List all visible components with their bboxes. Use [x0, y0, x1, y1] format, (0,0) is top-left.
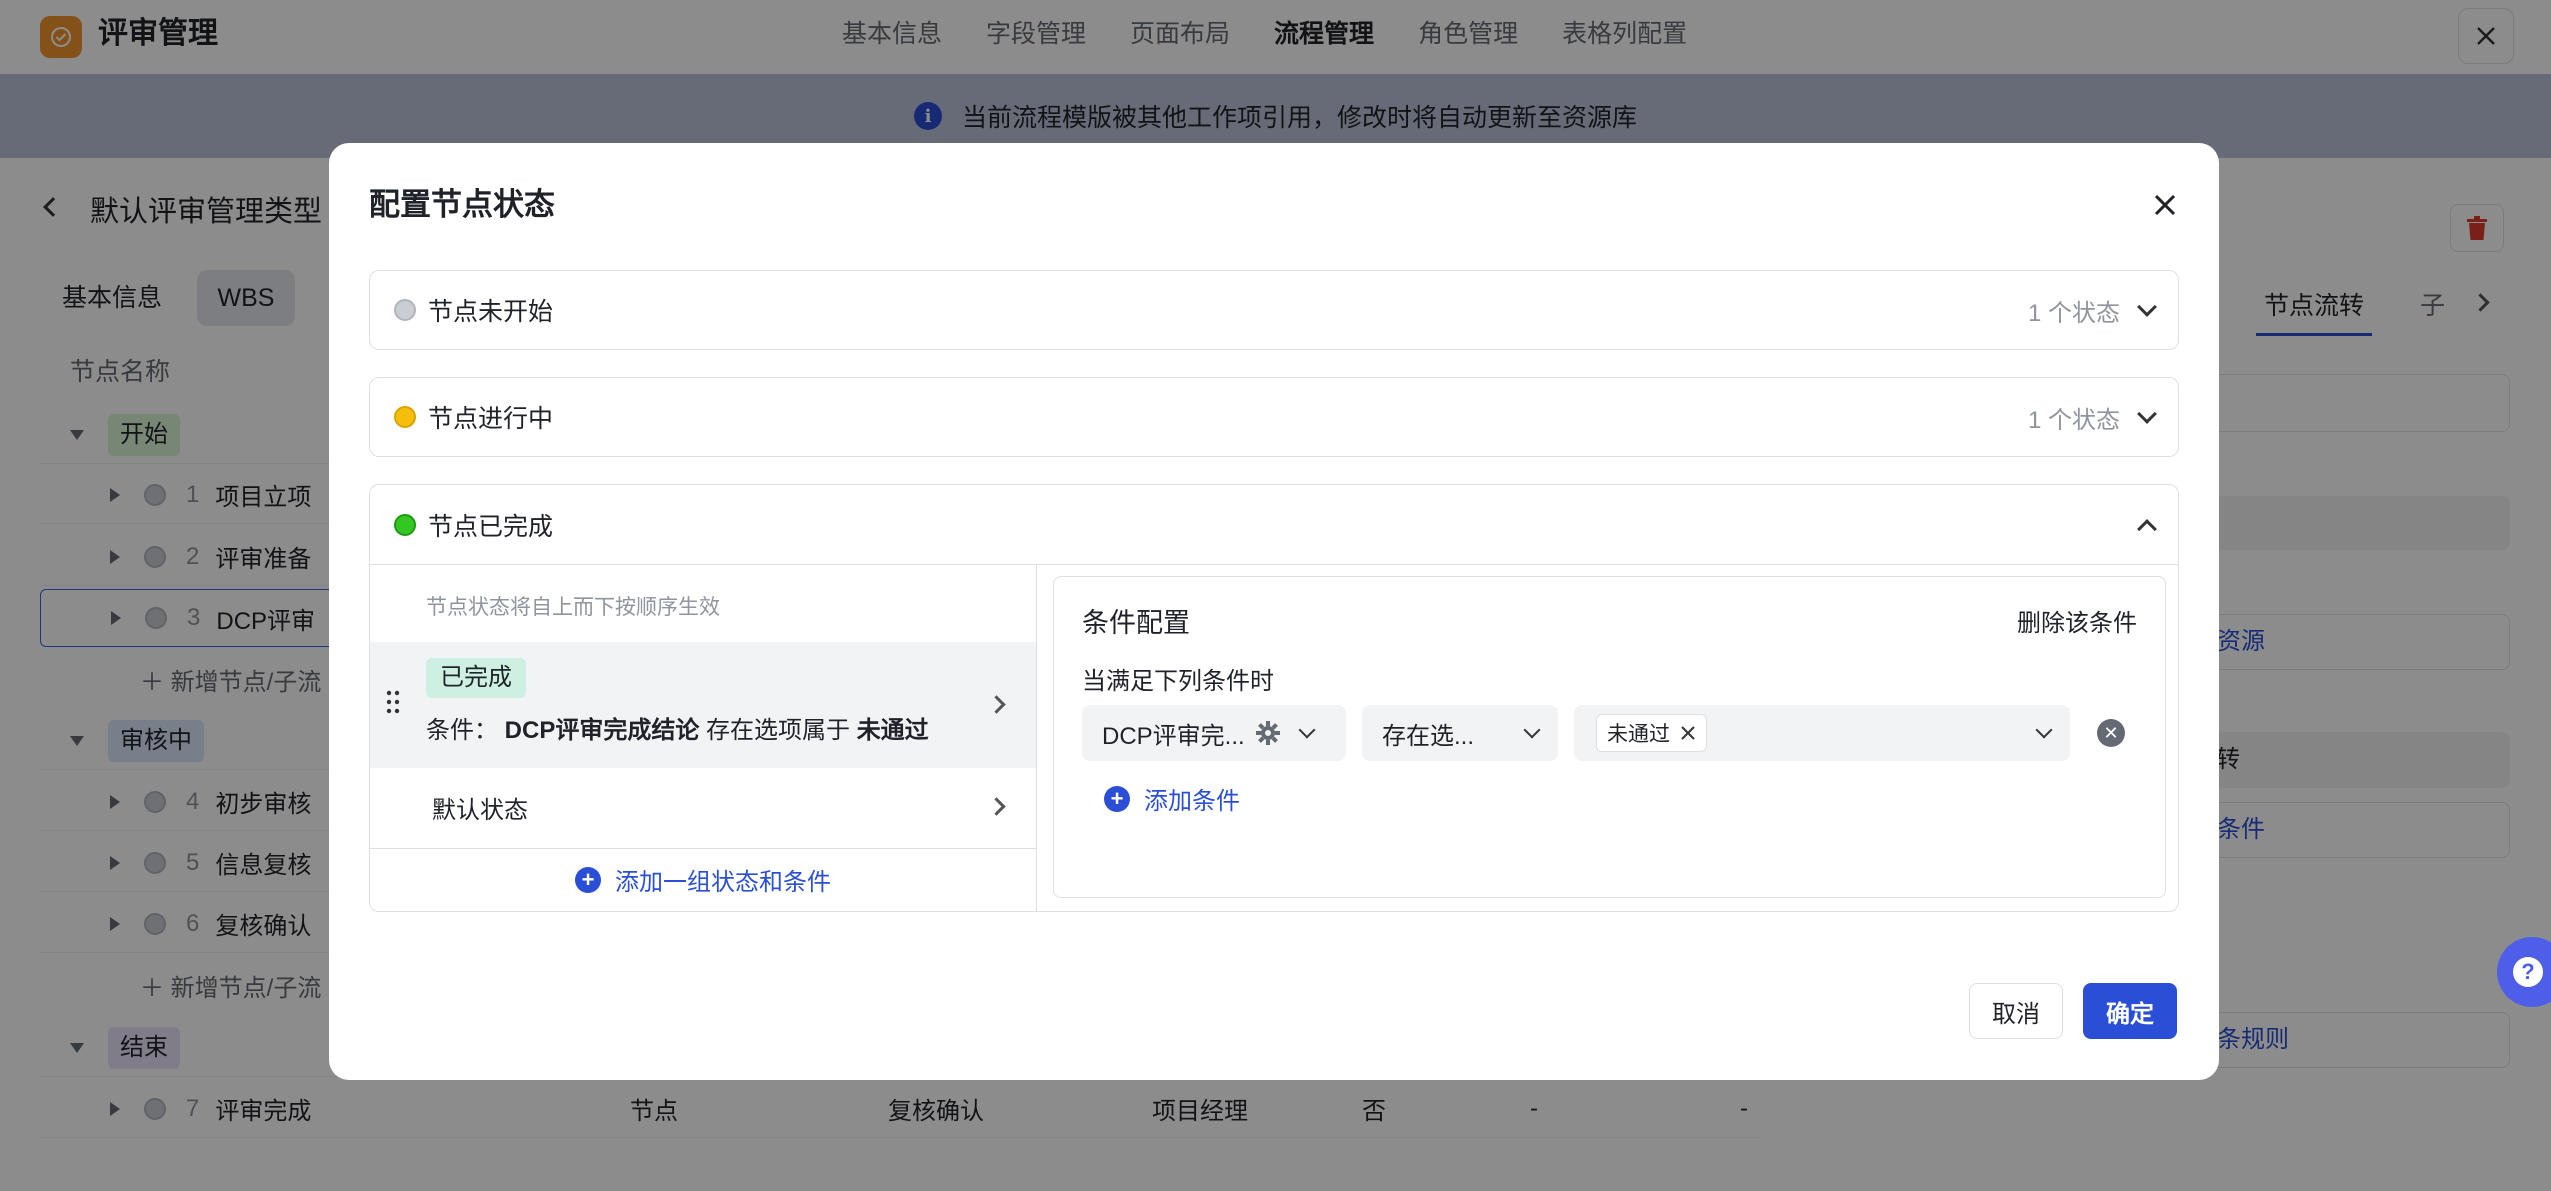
value-chip-label: 未通过	[1607, 723, 1670, 746]
cond-value: 未通过	[856, 717, 929, 744]
chevron-down-icon	[1523, 721, 1541, 739]
chevron-down-icon	[2035, 721, 2053, 739]
chevron-down-icon[interactable]	[2137, 404, 2157, 424]
gear-icon[interactable]	[1255, 720, 1281, 746]
confirm-button[interactable]: 确定	[2083, 983, 2177, 1039]
cond-op: 存在选项属于	[706, 717, 851, 744]
section-count: 1 个状态	[2027, 406, 2120, 434]
condition-field-select[interactable]: DCP评审完...	[1082, 705, 1346, 761]
default-state-label: 默认状态	[432, 797, 528, 824]
section-count: 1 个状态	[2027, 299, 2120, 327]
chevron-up-icon[interactable]	[2137, 518, 2157, 539]
condition-subtitle: 当满足下列条件时	[1082, 668, 1274, 695]
cond-prefix: 条件：	[426, 717, 498, 744]
condition-config-panel: 条件配置 删除该条件 当满足下列条件时 DCP评审完... 存在选... 未通过…	[1053, 576, 2166, 898]
plus-circle-icon: +	[575, 866, 601, 893]
configure-node-status-dialog: 配置节点状态 节点未开始 1 个状态 节点进行中 1 个状态 节点已完成 节点状…	[329, 143, 2219, 1080]
add-state-group-label: 添加一组状态和条件	[615, 869, 831, 896]
delete-condition-button[interactable]: 删除该条件	[2017, 603, 2137, 638]
state-item-default[interactable]: 默认状态	[370, 768, 1036, 848]
section-completed-header[interactable]: 节点已完成	[370, 485, 2178, 565]
cancel-button[interactable]: 取消	[1969, 983, 2063, 1039]
status-dot-gray	[394, 299, 416, 321]
state-list: 节点状态将自上而下按顺序生效 已完成 条件： DCP评审完成结论 存在选项属于 …	[370, 565, 1037, 911]
chevron-down-icon	[1298, 721, 1316, 739]
section-label: 节点进行中	[428, 405, 554, 433]
value-chip: 未通过	[1596, 714, 1707, 752]
remove-condition-row-icon[interactable]: ✕	[2097, 719, 2125, 747]
operator-select-value: 存在选...	[1382, 722, 1475, 750]
question-icon: ?	[2513, 957, 2543, 987]
status-dot-yellow	[394, 406, 416, 428]
section-completed-expanded: 节点已完成 节点状态将自上而下按顺序生效 已完成 条件： DCP评审完成结论 存…	[369, 484, 2179, 912]
state-tag: 已完成	[426, 658, 526, 698]
section-not-started[interactable]: 节点未开始 1 个状态	[369, 270, 2179, 350]
section-label: 节点未开始	[428, 298, 554, 326]
state-order-hint: 节点状态将自上而下按顺序生效	[426, 596, 720, 619]
dialog-title: 配置节点状态	[369, 187, 555, 222]
state-condition-summary: 条件： DCP评审完成结论 存在选项属于 未通过	[426, 714, 929, 748]
chevron-right-icon	[987, 797, 1006, 816]
add-state-group-button[interactable]: + 添加一组状态和条件	[370, 848, 1036, 910]
plus-circle-icon: +	[1104, 785, 1130, 812]
condition-operator-select[interactable]: 存在选...	[1362, 705, 1558, 761]
section-in-progress[interactable]: 节点进行中 1 个状态	[369, 377, 2179, 457]
condition-value-select[interactable]: 未通过	[1574, 705, 2070, 761]
dialog-close-button[interactable]	[2145, 185, 2185, 225]
status-dot-green	[394, 513, 416, 536]
condition-config-title: 条件配置	[1082, 608, 1190, 638]
section-label: 节点已完成	[428, 512, 554, 541]
chevron-down-icon[interactable]	[2137, 297, 2157, 317]
drag-handle-icon[interactable]	[386, 690, 400, 714]
cond-field: DCP评审完成结论	[504, 717, 700, 744]
add-condition-button[interactable]: + 添加条件	[1104, 781, 1240, 816]
state-item-completed[interactable]: 已完成 条件： DCP评审完成结论 存在选项属于 未通过	[370, 642, 1036, 768]
chip-remove-icon[interactable]	[1680, 725, 1696, 741]
add-condition-label: 添加条件	[1144, 788, 1240, 815]
chevron-right-icon	[987, 695, 1006, 714]
field-select-value: DCP评审完...	[1102, 722, 1245, 750]
close-icon	[2154, 194, 2176, 216]
